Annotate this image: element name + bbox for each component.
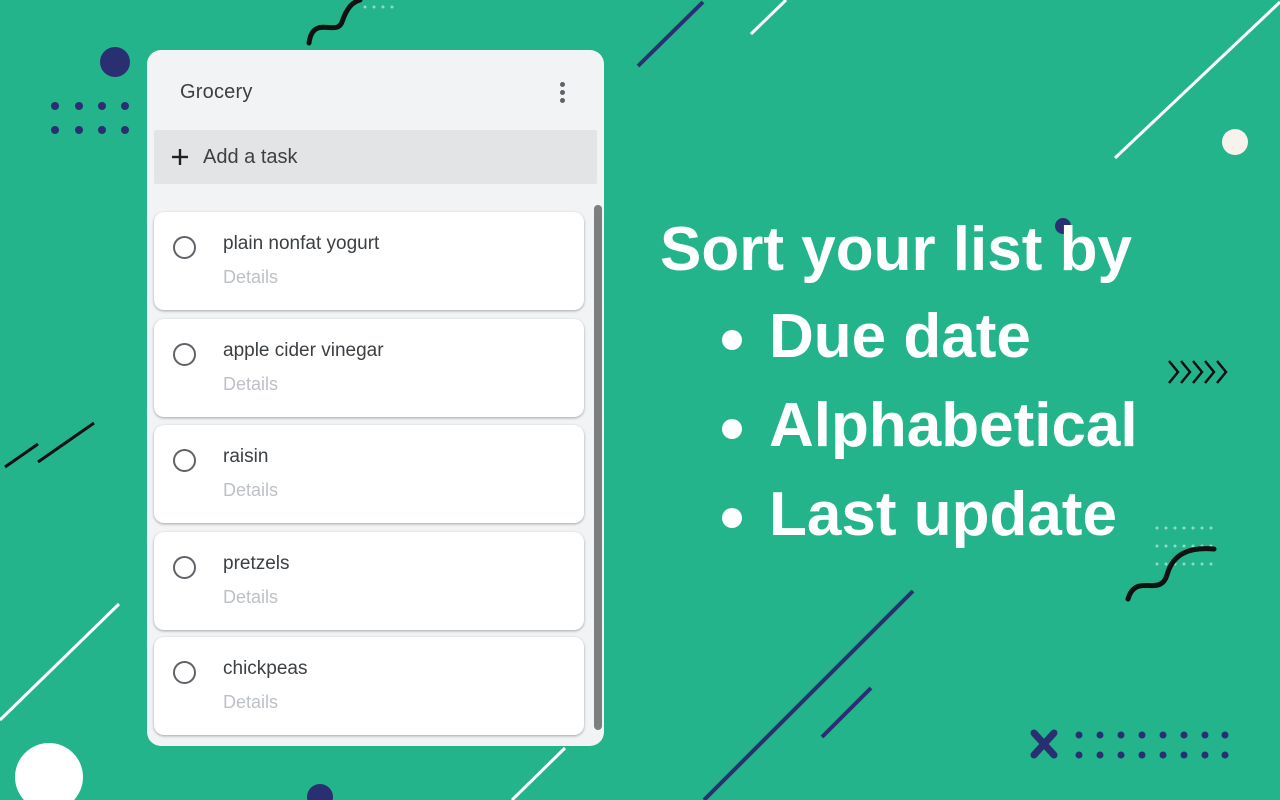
decor-circle-navy-top bbox=[100, 47, 130, 77]
decor-line-black-left-2 bbox=[37, 421, 95, 464]
sort-option-label: Due date bbox=[769, 302, 1031, 371]
task-title: apple cider vinegar bbox=[223, 340, 384, 361]
menu-dot bbox=[559, 97, 565, 103]
decor-dot-grid-top-left bbox=[51, 102, 129, 134]
task-title: raisin bbox=[223, 446, 269, 467]
task-item[interactable]: plain nonfat yogurt Details bbox=[154, 212, 584, 310]
decor-line-white-right bbox=[1113, 0, 1280, 160]
bullet-icon bbox=[722, 419, 742, 439]
task-title: chickpeas bbox=[223, 658, 308, 679]
decor-circle-white-bottom-left bbox=[15, 743, 83, 800]
task-details-field[interactable]: Details bbox=[223, 480, 278, 501]
more-vert-icon[interactable] bbox=[547, 74, 577, 110]
task-item[interactable]: apple cider vinegar Details bbox=[154, 319, 584, 417]
task-title: plain nonfat yogurt bbox=[223, 233, 380, 254]
menu-dot bbox=[559, 81, 565, 87]
task-details-field[interactable]: Details bbox=[223, 267, 278, 288]
decor-faint-dot-grid-right bbox=[1155, 526, 1213, 566]
tasks-panel: Grocery Add a task plain nonfat yogurt D… bbox=[147, 50, 604, 746]
decor-circle-navy-bottom bbox=[307, 784, 333, 800]
decor-line-navy-bottom-short bbox=[820, 686, 873, 739]
task-details-field[interactable]: Details bbox=[223, 692, 278, 713]
sort-option-label: Alphabetical bbox=[769, 391, 1138, 460]
list-title: Grocery bbox=[180, 81, 253, 103]
list-header: Grocery bbox=[147, 50, 604, 130]
bullet-icon bbox=[722, 330, 742, 350]
decor-line-black-left-1 bbox=[4, 442, 39, 469]
decor-line-white-bottom-left bbox=[0, 602, 121, 722]
complete-checkbox[interactable] bbox=[173, 661, 196, 684]
scrollbar-thumb[interactable] bbox=[594, 205, 602, 730]
decor-squiggle-right bbox=[1125, 546, 1217, 602]
complete-checkbox[interactable] bbox=[173, 556, 196, 579]
decor-chevrons bbox=[1168, 360, 1228, 384]
task-details-field[interactable]: Details bbox=[223, 374, 278, 395]
decor-faint-dot-row-top bbox=[363, 5, 394, 9]
plus-icon bbox=[172, 149, 188, 165]
add-task-button[interactable]: Add a task bbox=[154, 130, 597, 184]
decor-line-navy-bottom-long bbox=[702, 589, 915, 800]
decor-circle-white-right bbox=[1222, 129, 1248, 155]
task-item[interactable]: pretzels Details bbox=[154, 532, 584, 630]
sort-option-label: Last update bbox=[769, 480, 1117, 549]
decor-line-white-bottom-mid bbox=[510, 746, 567, 800]
task-item[interactable]: raisin Details bbox=[154, 425, 584, 523]
task-details-field[interactable]: Details bbox=[223, 587, 278, 608]
complete-checkbox[interactable] bbox=[173, 343, 196, 366]
promo-headline: Sort your list by bbox=[660, 215, 1132, 284]
bullet-icon bbox=[722, 508, 742, 528]
decor-line-white-top bbox=[749, 0, 788, 36]
complete-checkbox[interactable] bbox=[173, 236, 196, 259]
complete-checkbox[interactable] bbox=[173, 449, 196, 472]
decor-line-navy-top bbox=[636, 0, 705, 68]
task-item[interactable]: chickpeas Details bbox=[154, 637, 584, 735]
decor-squiggle-top bbox=[306, 0, 363, 46]
decor-cross bbox=[1030, 729, 1058, 759]
task-title: pretzels bbox=[223, 553, 290, 574]
decor-dot-grid-bottom-right bbox=[1075, 731, 1229, 759]
add-task-label: Add a task bbox=[203, 146, 298, 168]
menu-dot bbox=[559, 89, 565, 95]
